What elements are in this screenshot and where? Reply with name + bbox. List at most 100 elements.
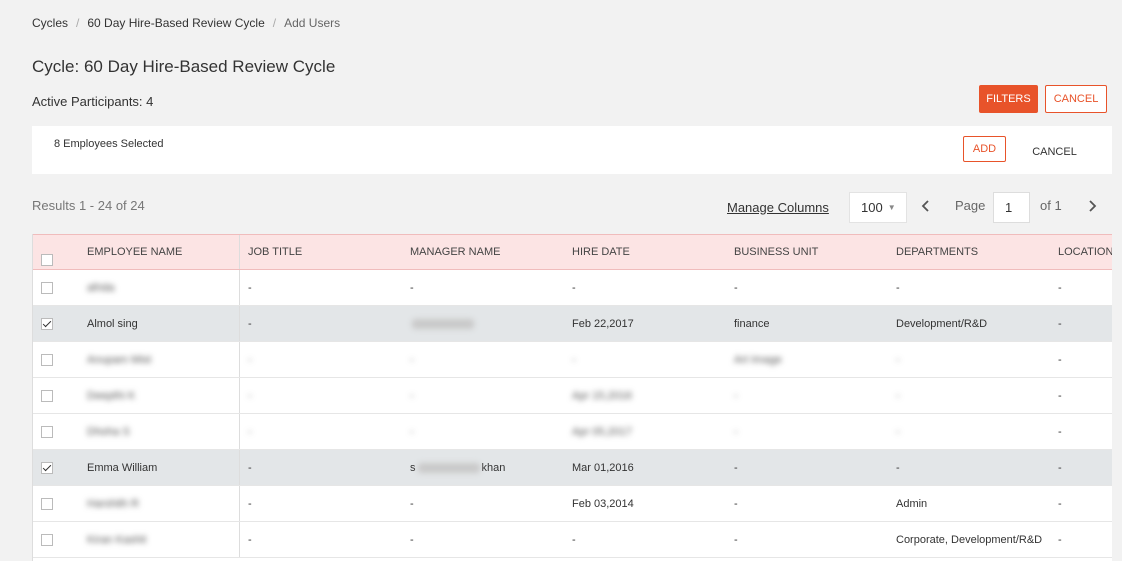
row-checkbox[interactable] <box>41 389 53 402</box>
row-checkbox-cell <box>41 450 57 485</box>
location: - <box>1058 425 1062 438</box>
job-title: - <box>248 461 252 474</box>
per-page-select[interactable]: 100 ▼ <box>849 192 907 223</box>
table-row[interactable]: Deepthi K - - Apr 15,2016 - - - <box>33 378 1112 414</box>
table-row[interactable]: Kiran Kashit - - - - Corporate, Developm… <box>33 522 1112 558</box>
column-divider <box>239 306 240 341</box>
table-row[interactable]: Anupam Mist - - - Art Image - - <box>33 342 1112 378</box>
location: - <box>1058 533 1062 546</box>
row-checkbox-cell <box>41 414 57 449</box>
hire-date: Mar 01,2016 <box>572 461 634 474</box>
page-number-input[interactable] <box>993 192 1030 223</box>
column-header-manager-name[interactable]: MANAGER NAME <box>410 235 500 269</box>
job-title: - <box>248 533 252 546</box>
business-unit: - <box>734 461 738 474</box>
filters-button[interactable]: FILTERS <box>979 85 1038 113</box>
location: - <box>1058 281 1062 294</box>
row-checkbox[interactable] <box>41 497 53 510</box>
column-header-job-title[interactable]: JOB TITLE <box>248 235 302 269</box>
location: - <box>1058 389 1062 402</box>
row-checkbox-checked[interactable] <box>41 461 53 474</box>
column-header-business-unit[interactable]: BUSINESS UNIT <box>734 235 818 269</box>
select-all-checkbox[interactable] <box>41 254 53 266</box>
chevron-left-icon[interactable] <box>921 199 931 216</box>
column-divider <box>239 522 240 557</box>
row-checkbox-cell <box>41 342 57 377</box>
departments: Development/R&D <box>896 317 988 330</box>
breadcrumb-separator: / <box>272 16 277 30</box>
hire-date: Feb 03,2014 <box>572 497 634 510</box>
business-unit: - <box>734 497 738 510</box>
business-unit: finance <box>734 317 770 330</box>
employee-name: afrida <box>87 281 115 294</box>
column-header-location[interactable]: LOCATION <box>1058 235 1112 269</box>
employee-name: Dhoha S <box>87 425 130 438</box>
business-unit: Art Image <box>734 353 782 366</box>
row-checkbox-cell <box>41 270 57 305</box>
departments: Admin <box>896 497 928 510</box>
per-page-value: 100 <box>861 200 883 215</box>
employee-table: EMPLOYEE NAME JOB TITLE MANAGER NAME HIR… <box>32 234 1112 561</box>
employee-name: Deepthi K <box>87 389 136 402</box>
column-header-employee-name[interactable]: EMPLOYEE NAME <box>87 235 182 269</box>
departments: - <box>896 353 900 366</box>
employee-name: Anupam Mist <box>87 353 152 366</box>
breadcrumb-separator: / <box>76 16 80 30</box>
employee-name: Almol sing <box>87 317 138 330</box>
row-checkbox[interactable] <box>41 425 53 438</box>
hire-date: Feb 22,2017 <box>572 317 634 330</box>
chevron-right-icon[interactable] <box>1087 199 1097 216</box>
job-title: - <box>248 281 252 294</box>
page-label: Page <box>955 198 986 213</box>
row-checkbox[interactable] <box>41 281 53 294</box>
employee-name: Harshith R <box>87 497 139 510</box>
table-row[interactable]: Harshith R - - Feb 03,2014 - Admin - <box>33 486 1112 522</box>
redacted-manager-name <box>412 318 474 329</box>
column-divider <box>239 342 240 377</box>
row-checkbox-cell <box>41 306 57 341</box>
departments: - <box>896 281 900 294</box>
column-divider <box>239 270 240 305</box>
job-title: - <box>248 389 252 402</box>
page-title: Cycle: 60 Day Hire-Based Review Cycle <box>32 57 336 76</box>
manager-name-suffix: khan <box>481 461 506 474</box>
column-header-hire-date[interactable]: HIRE DATE <box>572 235 630 269</box>
manage-columns-link[interactable]: Manage Columns <box>727 200 829 215</box>
hire-date: - <box>572 533 576 546</box>
business-unit: - <box>734 281 738 294</box>
table-row[interactable]: Emma William - s khan Mar 01,2016 - - - <box>33 450 1112 486</box>
results-count: Results 1 - 24 of 24 <box>32 198 145 213</box>
table-row[interactable]: Almol sing - Feb 22,2017 finance Develop… <box>33 306 1112 342</box>
add-button[interactable]: ADD <box>963 136 1006 162</box>
cancel-selection-button[interactable]: CANCEL <box>1022 143 1087 161</box>
manager-name-prefix: s <box>410 461 416 474</box>
employee-name: Kiran Kashit <box>87 533 147 546</box>
breadcrumb-cycles[interactable]: Cycles <box>32 16 68 30</box>
column-divider <box>239 486 240 521</box>
column-header-departments[interactable]: DEPARTMENTS <box>896 235 978 269</box>
business-unit: - <box>734 533 738 546</box>
row-checkbox[interactable] <box>41 353 53 366</box>
hire-date: - <box>572 281 576 294</box>
manager-name: - <box>410 389 414 402</box>
hire-date: - <box>572 353 576 366</box>
hire-date: Apr 15,2016 <box>572 389 632 402</box>
caret-down-icon: ▼ <box>887 203 896 212</box>
location: - <box>1058 497 1062 510</box>
row-checkbox-cell <box>41 378 57 413</box>
row-checkbox-checked[interactable] <box>41 317 53 330</box>
table-row[interactable]: Dhoha S - - Apr 05,2017 - - - <box>33 414 1112 450</box>
row-checkbox[interactable] <box>41 533 53 546</box>
active-participants: Active Participants: 4 <box>32 94 154 109</box>
table-row[interactable]: afrida - - - - - - <box>33 270 1112 306</box>
location: - <box>1058 461 1062 474</box>
column-divider <box>239 235 240 269</box>
job-title: - <box>248 317 252 330</box>
job-title: - <box>248 353 252 366</box>
manager-name: - <box>410 425 414 438</box>
breadcrumb-cycle-name[interactable]: 60 Day Hire-Based Review Cycle <box>87 16 264 30</box>
departments: - <box>896 389 900 402</box>
manager-name: s khan <box>410 450 505 485</box>
job-title: - <box>248 497 252 510</box>
cancel-button[interactable]: CANCEL <box>1045 85 1107 113</box>
